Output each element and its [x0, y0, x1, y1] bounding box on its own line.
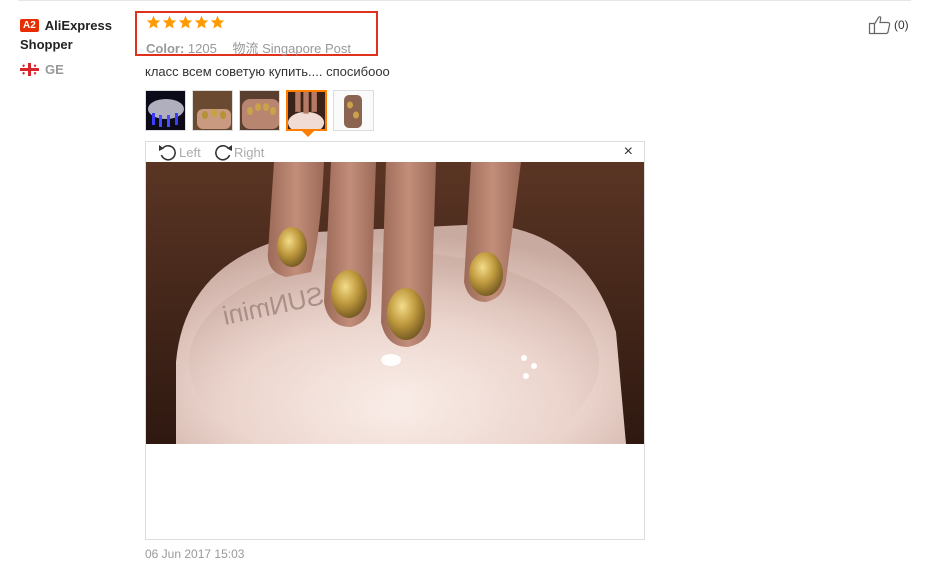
star-icon [146, 15, 161, 29]
star-icon [178, 15, 193, 29]
shipping-label: 物流 [232, 41, 259, 56]
star-icon [210, 15, 225, 29]
thumbnail-2[interactable] [192, 90, 233, 131]
thumbnail-1[interactable] [145, 90, 186, 131]
georgia-flag-icon [20, 63, 39, 76]
rotate-right-icon [215, 144, 232, 161]
review-date: 06 Jun 2017 15:03 [145, 547, 245, 561]
rotate-right-button[interactable]: Right [212, 143, 264, 161]
thumbnail-5-image [334, 91, 373, 130]
country-code: GE [45, 62, 64, 77]
rotate-left-icon [159, 144, 176, 161]
reviewer-info: A2 AliExpress Shopper GE [20, 16, 140, 77]
star-rating [146, 15, 225, 30]
nail-lamp-photo: SUNmini [146, 162, 644, 444]
helpful-button[interactable]: (0) [868, 15, 909, 35]
thumbs-up-icon [868, 16, 891, 35]
color-label: Color: [146, 41, 185, 56]
image-viewer: Left Right × SUNmini [145, 141, 645, 540]
rotate-left-button[interactable]: Left [157, 143, 201, 161]
close-viewer-button[interactable]: × [624, 144, 633, 160]
reviewer-country: GE [20, 62, 64, 77]
review-text: класс всем советую купить.... спосибооо [145, 64, 390, 79]
star-icon [194, 15, 209, 29]
thumbnail-5[interactable] [333, 90, 374, 131]
active-thumbnail-pointer [302, 131, 314, 137]
color-value: 1205 [187, 41, 217, 56]
rotate-right-label: Right [234, 144, 265, 160]
thumbnail-4[interactable] [286, 90, 327, 131]
review-thumbnails [145, 90, 374, 131]
order-meta: Color: 1205 物流 Singapore Post [146, 38, 351, 57]
thumbnail-1-image [146, 91, 185, 130]
helpful-count: (0) [894, 18, 909, 32]
thumbnail-3[interactable] [239, 90, 280, 131]
star-icon [162, 15, 177, 29]
viewer-toolbar: Left Right × [146, 142, 644, 162]
top-divider [18, 0, 911, 1]
buyer-level-badge: A2 [20, 19, 39, 32]
thumbnail-3-image [240, 91, 279, 130]
enlarged-review-photo: SUNmini [146, 162, 644, 444]
reviewer-name-block: A2 AliExpress Shopper [20, 16, 140, 54]
shipping-value: Singapore Post [262, 41, 351, 56]
thumbnail-2-image [193, 91, 232, 130]
rotate-left-label: Left [179, 144, 201, 160]
thumbnail-4-image [288, 92, 325, 129]
